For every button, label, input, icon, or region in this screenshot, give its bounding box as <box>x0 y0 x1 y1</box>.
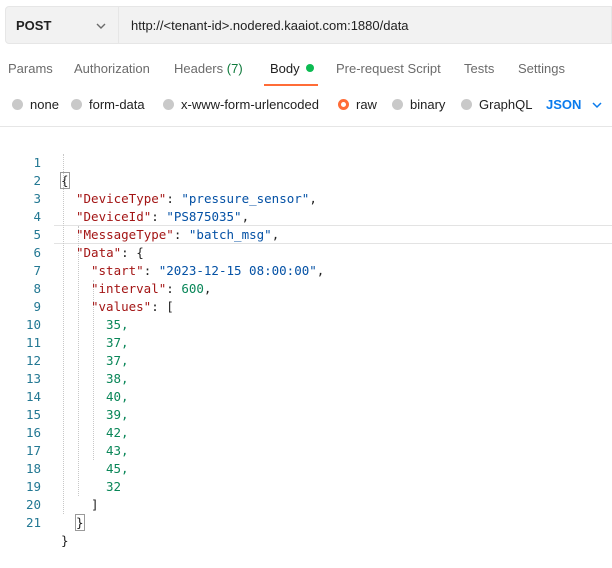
format-select[interactable]: JSON <box>546 97 603 112</box>
code-line: 2 "DeviceType": "pressure_sensor", <box>33 173 317 206</box>
code-editor[interactable]: 1 { 2 "DeviceType": "pressure_sensor", 3… <box>0 136 612 548</box>
code-line: 19 ] <box>25 479 99 512</box>
radio-selected-icon <box>338 99 349 110</box>
code-line: 13 40, <box>25 371 129 404</box>
code-line: 21 } <box>25 515 69 548</box>
radio-graphql[interactable]: GraphQL <box>461 97 532 112</box>
code-line: 7 "interval": 600, <box>33 263 212 296</box>
code-line: 4 "MessageType": "batch_msg", <box>33 209 280 242</box>
radio-icon <box>163 99 174 110</box>
editor-divider <box>0 126 612 127</box>
radio-none[interactable]: none <box>12 97 59 112</box>
body-type-options: none form-data x-www-form-urlencoded raw… <box>0 94 612 116</box>
code-line: 20 } <box>25 497 85 531</box>
headers-count-badge: (7) <box>226 61 243 76</box>
radio-form-data[interactable]: form-data <box>71 97 145 112</box>
code-line: 16 43, <box>25 425 129 458</box>
tab-authorization[interactable]: Authorization <box>74 61 150 76</box>
chevron-down-icon <box>96 23 106 29</box>
code-line: 10 37, <box>25 317 129 350</box>
tab-tests[interactable]: Tests <box>464 61 494 76</box>
code-line: 17 45, <box>25 443 129 476</box>
code-line: 12 38, <box>25 353 129 386</box>
body-active-dot-icon <box>305 64 314 72</box>
method-label: POST <box>16 17 52 33</box>
radio-icon <box>392 99 403 110</box>
radio-icon <box>71 99 82 110</box>
radio-x-www-form-urlencoded[interactable]: x-www-form-urlencoded <box>163 97 319 112</box>
method-select[interactable]: POST <box>5 6 119 44</box>
radio-binary[interactable]: binary <box>392 97 445 112</box>
code-line: 14 39, <box>25 389 129 422</box>
radio-raw[interactable]: raw <box>338 97 377 112</box>
radio-icon <box>461 99 472 110</box>
code-line: 9 35, <box>33 299 129 332</box>
url-input[interactable]: http://<tenant-id>.nodered.kaaiot.com:18… <box>119 6 612 44</box>
radio-icon <box>12 99 23 110</box>
tab-pre-request-script[interactable]: Pre-request Script <box>336 61 441 76</box>
url-text: http://<tenant-id>.nodered.kaaiot.com:18… <box>131 17 409 33</box>
tab-body[interactable]: Body <box>270 61 314 76</box>
code-line: 11 37, <box>25 335 129 368</box>
request-tabs: Params Authorization Headers (7) Body Pr… <box>0 58 612 82</box>
code-line: 18 32 <box>25 461 122 494</box>
format-label: JSON <box>546 97 582 112</box>
code-line: 15 42, <box>25 407 129 440</box>
code-line: 1 { <box>33 155 70 189</box>
chevron-down-icon <box>592 101 602 108</box>
code-line: 8 "values": [ <box>33 281 174 314</box>
code-line: 3 "DeviceId": "PS875035", <box>33 191 250 224</box>
tab-params[interactable]: Params <box>8 61 53 76</box>
tab-settings[interactable]: Settings <box>518 61 565 76</box>
active-tab-indicator <box>264 84 318 86</box>
tab-headers[interactable]: Headers (7) <box>174 61 243 76</box>
code-line: 5 "Data": { <box>33 227 144 260</box>
code-line: 6 "start": "2023-12-15 08:00:00", <box>33 245 325 278</box>
